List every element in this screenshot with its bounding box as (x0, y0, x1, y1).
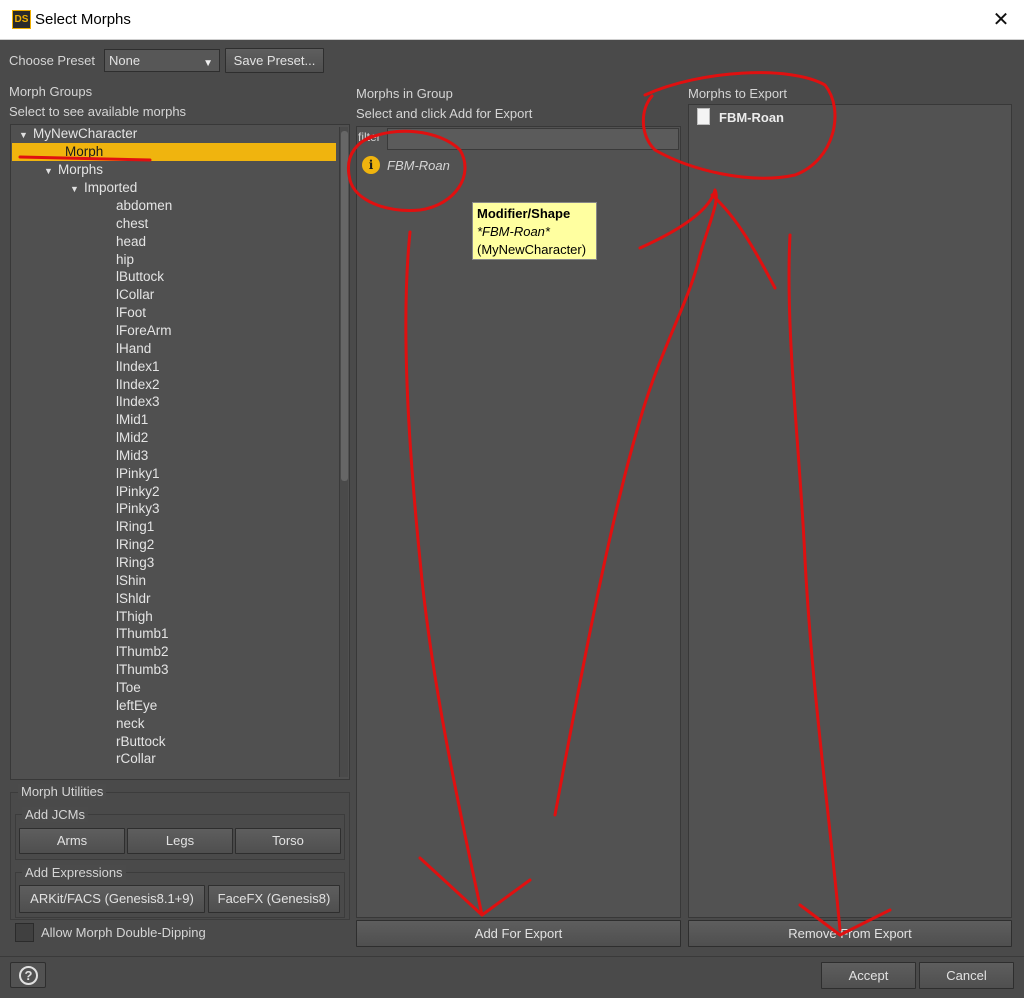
tree-item[interactable]: lButtock (116, 268, 164, 286)
add-for-export-button[interactable]: Add For Export (356, 920, 681, 947)
tooltip: Modifier/Shape *FBM-Roan* (MyNewCharacte… (472, 202, 597, 260)
tree-item[interactable]: lToe (116, 679, 141, 697)
tooltip-line-1: Modifier/Shape (477, 206, 571, 221)
dropdown-arrow-icon: ▼ (203, 58, 213, 69)
tree-selection-highlight (12, 143, 336, 161)
tree-item[interactable]: lThigh (116, 608, 153, 626)
torso-button[interactable]: Torso (235, 828, 341, 854)
tree-item[interactable]: rButtock (116, 733, 166, 751)
filter-label: filter (358, 130, 381, 144)
tree-item[interactable]: lShin (116, 572, 146, 590)
tree-item[interactable]: lIndex2 (116, 376, 160, 394)
info-icon: i (362, 156, 380, 174)
tree-item[interactable]: lIndex1 (116, 358, 160, 376)
morph-groups-tree[interactable] (10, 124, 350, 780)
tree-item[interactable]: lFoot (116, 304, 146, 322)
help-icon: ? (19, 966, 38, 985)
morphs-to-export-list[interactable] (688, 104, 1012, 918)
tree-item[interactable]: leftEye (116, 697, 157, 715)
tree-item[interactable]: lMid2 (116, 429, 148, 447)
morph-list-item[interactable]: FBM-Roan (387, 158, 450, 173)
tree-item[interactable]: lMid3 (116, 447, 148, 465)
preset-dropdown[interactable]: None ▼ (104, 49, 220, 72)
close-icon[interactable]: ✕ (978, 4, 1024, 36)
morphs-in-group-hint: Select and click Add for Export (356, 106, 533, 121)
tree-item[interactable]: lMid1 (116, 411, 148, 429)
tree-item[interactable]: neck (116, 715, 145, 733)
tree-item[interactable]: lRing2 (116, 536, 154, 554)
add-jcms-heading: Add JCMs (22, 807, 88, 822)
tree-item[interactable]: lForeArm (116, 322, 172, 340)
tree-item[interactable]: lCollar (116, 286, 154, 304)
facefx-button[interactable]: FaceFX (Genesis8) (208, 885, 340, 913)
tree-node-morphs[interactable]: ▼ Morphs (44, 161, 103, 179)
app-icon: DS (12, 10, 31, 29)
tree-scrollbar[interactable] (339, 127, 348, 777)
tree-item[interactable]: lHand (116, 340, 151, 358)
tree-item[interactable]: lShldr (116, 590, 151, 608)
cancel-button[interactable]: Cancel (919, 962, 1014, 989)
morph-utilities-heading: Morph Utilities (18, 784, 107, 799)
expand-arrow-icon[interactable]: ▼ (70, 180, 84, 198)
tree-item[interactable]: lRing3 (116, 554, 154, 572)
tree-item[interactable]: lThumb2 (116, 643, 169, 661)
tree-item[interactable]: head (116, 233, 146, 251)
tree-item[interactable]: lPinky1 (116, 465, 160, 483)
choose-preset-label: Choose Preset (9, 53, 95, 68)
tree-item[interactable]: hip (116, 251, 134, 269)
window-title: Select Morphs (35, 11, 131, 28)
tree-scroll-thumb[interactable] (341, 131, 348, 481)
morph-groups-heading: Morph Groups (9, 84, 93, 99)
add-expressions-heading: Add Expressions (22, 865, 126, 880)
footer-divider (0, 956, 1024, 957)
tooltip-line-3: (MyNewCharacter) (477, 242, 587, 257)
tree-node-morph[interactable]: Morph (65, 143, 103, 161)
export-list-item[interactable]: FBM-Roan (719, 110, 784, 125)
morph-groups-hint: Select to see available morphs (9, 104, 187, 119)
accept-button[interactable]: Accept (821, 962, 916, 989)
arkit-facs-button[interactable]: ARKit/FACS (Genesis8.1+9) (19, 885, 205, 913)
tree-node-imported[interactable]: ▼ Imported (70, 179, 137, 197)
arms-button[interactable]: Arms (19, 828, 125, 854)
expand-arrow-icon[interactable]: ▼ (44, 162, 58, 180)
morphs-in-group-heading: Morphs in Group (356, 86, 453, 101)
document-icon (697, 108, 710, 125)
tree-item[interactable]: abdomen (116, 197, 172, 215)
tree-item[interactable]: chest (116, 215, 148, 233)
tree-item[interactable]: lPinky2 (116, 483, 160, 501)
expand-arrow-icon[interactable]: ▼ (19, 126, 33, 144)
tree-node-root[interactable]: ▼ MyNewCharacter (19, 125, 137, 143)
tree-item[interactable]: rCollar (116, 750, 156, 768)
preset-value: None (109, 53, 141, 68)
tree-item[interactable]: lRing1 (116, 518, 154, 536)
tree-item[interactable]: lIndex3 (116, 393, 160, 411)
title-bar: DS Select Morphs ✕ (0, 0, 1024, 40)
save-preset-button[interactable]: Save Preset... (225, 48, 324, 73)
tooltip-line-2: *FBM-Roan* (477, 224, 550, 239)
tree-item[interactable]: lThumb3 (116, 661, 169, 679)
tree-item[interactable]: lThumb1 (116, 625, 169, 643)
legs-button[interactable]: Legs (127, 828, 233, 854)
remove-from-export-button[interactable]: Remove From Export (688, 920, 1012, 947)
help-button[interactable]: ? (10, 962, 46, 988)
tree-item[interactable]: lPinky3 (116, 500, 160, 518)
filter-input[interactable] (387, 128, 679, 150)
morphs-to-export-heading: Morphs to Export (688, 86, 787, 101)
double-dipping-checkbox[interactable] (15, 923, 34, 942)
double-dipping-label: Allow Morph Double-Dipping (41, 925, 206, 940)
